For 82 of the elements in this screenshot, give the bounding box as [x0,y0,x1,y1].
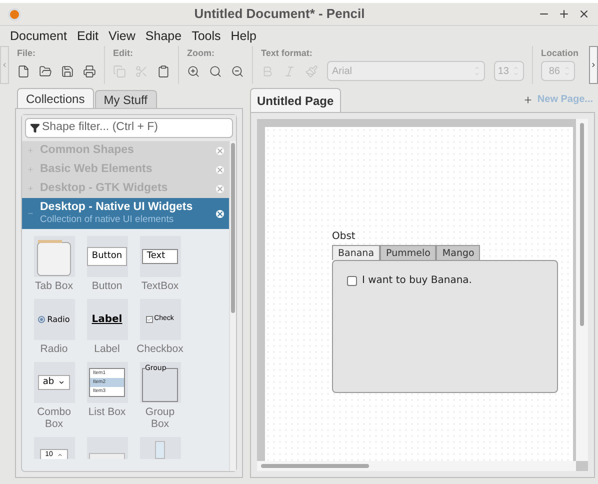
sidebar-tab[interactable]: Collections [17,88,94,108]
window-title: Untitled Document* - Pencil [193,5,366,24]
shape-filter-field[interactable]: Shape filter... (Ctrl + F) [25,118,233,138]
shape-tile[interactable] [140,437,180,459]
textbox-preview: Text [142,248,178,264]
fruit-tab[interactable]: Banana [332,245,380,260]
scrollbar-preview [155,441,165,459]
expand-icon[interactable] [27,185,34,192]
drawing-canvas[interactable]: Obst Banana Pummelo Mango I want to buy Banana. [265,127,573,461]
toolbar-group-label: Text format: [261,47,314,60]
radio-preview: Radio [47,314,70,326]
collapse-icon[interactable] [27,210,34,217]
fruit-tab[interactable]: Pummelo [380,245,436,260]
app-logo-icon [8,8,21,20]
shape-label: Group Box [144,406,176,430]
checkbox[interactable] [347,276,357,286]
shape-label: Label [93,343,121,355]
scroll-left-icon[interactable] [0,46,9,84]
menu-item[interactable]: Document [10,26,67,46]
checkbox-icon [146,316,154,323]
vertical-scrollbar[interactable] [576,119,588,461]
checkbox-label: I want to buy Banana. [362,274,472,288]
shape-tile[interactable]: Radio [34,299,74,340]
horizontal-scrollbar[interactable] [257,461,576,471]
collection-name: Desktop - Native UI Widgets [40,201,194,214]
maximize-icon[interactable] [558,8,570,20]
toolbar-group-label: File: [17,47,37,60]
menu-item[interactable]: Edit [76,26,99,46]
radio-icon [38,316,46,323]
shape-label: Combo Box [36,406,72,430]
shape-tile[interactable] [86,437,128,459]
menu-item[interactable]: Shape [145,26,182,46]
slider-preview [89,453,125,459]
button-preview: Button [86,246,128,266]
tab-box-title: Obst [332,231,356,243]
shape-tile[interactable] [34,236,74,277]
shape-label: Tab Box [34,280,74,292]
toolbar-group-label: Edit: [113,47,134,60]
expand-icon[interactable] [27,166,34,173]
vertical-scrollbar[interactable] [229,141,236,471]
shape-tile[interactable]: Label [86,299,128,340]
font-value: Arial [332,64,352,78]
magnifier-icon[interactable] [209,64,222,78]
remove-icon[interactable] [216,210,224,218]
page-tab[interactable]: Untitled Page [250,88,341,112]
printer-icon[interactable] [83,64,96,78]
collection-description: Collection of native UI elements [40,214,175,226]
shape-label: List Box [87,406,127,418]
combo-box-preview: ab [38,374,70,390]
zoom-in-icon[interactable] [187,64,200,78]
shape-tile[interactable]: Button [86,236,128,277]
shape-label: Radio [39,343,69,355]
toolbar-group-label: Zoom: [187,47,216,60]
shape-label: TextBox [140,280,180,292]
toolbar-group-label: Location [541,47,580,60]
shape-label: Button [90,280,124,292]
menu-item[interactable]: Help [230,26,256,46]
tab-box-preview [37,242,71,276]
new-file-icon[interactable] [17,64,30,78]
remove-icon[interactable] [216,146,224,154]
remove-icon[interactable] [216,184,224,192]
folder-icon[interactable] [39,64,52,78]
expand-icon[interactable] [27,147,34,154]
number-value: 13 [498,64,509,78]
menu-item[interactable]: View [108,26,136,46]
collection-header[interactable]: Desktop - Native UI Widgets Collection of native UI elements [22,198,229,229]
sidebar-tab[interactable]: My Stuff [94,90,156,108]
number-value: 86 [548,64,560,78]
shape-tile[interactable]: ab [34,362,74,403]
label-preview: Label [92,313,122,327]
filter-icon [30,123,40,133]
clipboard-icon[interactable] [157,64,170,78]
shape-tile[interactable]: Text [140,236,180,277]
zoom-out-icon[interactable] [231,64,244,78]
close-icon[interactable] [578,8,590,20]
shape-label: Checkbox [136,343,184,355]
menu-item[interactable]: Tools [192,26,221,46]
plus-icon [523,94,534,104]
remove-icon[interactable] [216,166,224,174]
fruit-tab[interactable]: Mango [436,245,480,260]
save-icon[interactable] [61,64,74,78]
scroll-right-icon[interactable] [589,46,598,84]
